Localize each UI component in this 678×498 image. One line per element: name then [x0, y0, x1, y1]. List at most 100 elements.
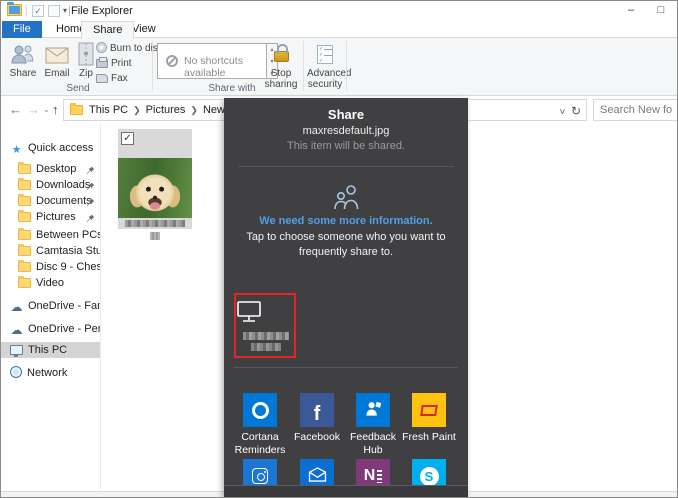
sidebar-item-pictures[interactable]: Pictures [1, 209, 100, 225]
divider [152, 41, 153, 91]
divider [69, 6, 70, 16]
recent-locations-icon[interactable]: ⌄ [43, 105, 50, 114]
ribbon: Share Email Zip Burn to disc Print Fax S… [1, 38, 677, 96]
up-button[interactable]: ↑ [52, 102, 59, 117]
pc-icon [10, 345, 23, 355]
cloud-icon: ☁ [10, 299, 23, 314]
sidebar-item-this-pc[interactable]: This PC [1, 342, 100, 358]
window-title: File Explorer [71, 5, 133, 17]
sidebar-item-between-pcs[interactable]: Between PCs [1, 227, 100, 243]
cortana-icon [252, 402, 269, 419]
sidebar-item-network[interactable]: Network [1, 365, 100, 381]
tab-share[interactable]: Share [81, 21, 134, 39]
sidebar-item-video[interactable]: Video [1, 275, 100, 291]
back-button[interactable]: ← [9, 102, 22, 117]
folder-icon [18, 262, 31, 272]
email-icon [41, 42, 73, 68]
app-tile-skype[interactable]: S [412, 459, 446, 485]
facebook-icon: f [314, 403, 321, 426]
explorer-logo-icon [7, 4, 22, 16]
star-icon: ★ [10, 142, 23, 156]
breadcrumb-pictures[interactable]: Pictures [146, 104, 186, 116]
monitor-icon [236, 300, 294, 327]
photo-thumbnail [118, 158, 192, 218]
file-thumbnail-maxresdefault[interactable]: ✓ [118, 129, 192, 229]
mail-icon [308, 467, 327, 485]
share-panel-footer [224, 485, 468, 498]
pin-icon [86, 180, 95, 193]
sidebar-item-downloads[interactable]: Downloads [1, 177, 100, 193]
sidebar-item-disc-9[interactable]: Disc 9 - Chest & Sho [1, 259, 100, 275]
people-icon [224, 184, 468, 214]
share-panel: Share maxresdefault.jpg This item will b… [224, 98, 468, 498]
redacted-device-name-line2 [251, 343, 281, 351]
app-tile-fresh-paint[interactable] [412, 393, 446, 427]
refresh-icon[interactable]: ↻ [571, 104, 581, 118]
stop-sharing-button[interactable]: Stop sharing [263, 41, 299, 87]
share-target-device[interactable] [234, 293, 296, 358]
divider [303, 41, 304, 91]
sidebar-item-onedrive-family[interactable]: ☁OneDrive - Family [1, 298, 100, 314]
file-explorer-window: ✓ ▾ File Explorer – □ File Home Share Vi… [0, 0, 678, 498]
fax-icon [96, 74, 108, 83]
minimize-button[interactable]: – [616, 1, 646, 21]
app-label: Cortana Reminders [231, 431, 289, 457]
disc-icon [96, 42, 107, 53]
app-tile-instagram[interactable] [243, 459, 277, 485]
properties-icon[interactable]: ✓ [32, 5, 44, 17]
share-button[interactable]: Share [7, 41, 39, 87]
share-with-group-label: Share with [157, 83, 307, 94]
advanced-security-button[interactable]: Advanced security [307, 41, 343, 87]
folder-icon [18, 246, 31, 256]
forward-button[interactable]: → [27, 102, 40, 117]
pin-icon [86, 196, 95, 209]
printer-icon [96, 59, 108, 68]
app-tile-facebook[interactable]: f [300, 393, 334, 427]
send-group-label: Send [7, 83, 149, 94]
share-apps-row-2: N S [224, 459, 468, 485]
app-label: Feedback Hub [344, 431, 402, 457]
sidebar-item-desktop[interactable]: Desktop [1, 161, 100, 177]
new-folder-icon[interactable] [48, 5, 60, 17]
email-button[interactable]: Email [41, 41, 73, 87]
qat-dropdown-icon[interactable]: ▾ [63, 6, 67, 15]
divider [346, 41, 347, 91]
maximize-button[interactable]: □ [646, 1, 676, 21]
network-icon [10, 366, 22, 378]
address-controls: ˅ ↻ [560, 104, 581, 118]
folder-icon [18, 278, 31, 288]
tab-file[interactable]: File [2, 21, 42, 38]
sidebar-item-quick-access[interactable]: ★Quick access [1, 140, 100, 156]
divider [26, 5, 27, 17]
share-shortcuts-list[interactable]: No shortcuts available [157, 43, 267, 79]
onenote-icon: N [364, 467, 376, 485]
tap-to-choose-text: Tap to choose someone who you want to fr… [230, 230, 462, 260]
address-dropdown-icon[interactable]: ˅ [560, 107, 566, 118]
app-tile-mail[interactable] [300, 459, 334, 485]
item-checkbox[interactable]: ✓ [121, 132, 134, 145]
sidebar-item-onedrive-personal[interactable]: ☁OneDrive - Personal [1, 321, 100, 337]
breadcrumb-this-pc[interactable]: This PC [89, 104, 128, 116]
sidebar-item-camtasia-studio[interactable]: Camtasia Studio [1, 243, 100, 259]
chevron-right-icon: ❯ [185, 105, 203, 115]
share-panel-title: Share [224, 107, 468, 122]
search-input[interactable] [594, 100, 678, 120]
divider [238, 166, 454, 167]
skype-icon: S [420, 467, 439, 486]
pin-icon [86, 164, 95, 177]
pin-icon [86, 212, 95, 225]
divider [234, 367, 458, 368]
folder-icon [18, 212, 31, 222]
chevron-right-icon: ❯ [128, 105, 146, 115]
print-button[interactable]: Print [96, 57, 132, 71]
app-tile-onenote[interactable]: N [356, 459, 390, 485]
feedback-hub-icon [364, 399, 383, 421]
app-tile-feedback-hub[interactable] [356, 393, 390, 427]
lock-icon [263, 42, 299, 68]
sidebar-item-documents[interactable]: Documents [1, 193, 100, 209]
more-information-link[interactable]: We need some more information. [224, 215, 468, 227]
ribbon-tabs: File Home Share View [1, 21, 677, 38]
folder-icon [18, 196, 31, 206]
app-tile-cortana-reminders[interactable] [243, 393, 277, 427]
app-label: Facebook [288, 431, 346, 444]
